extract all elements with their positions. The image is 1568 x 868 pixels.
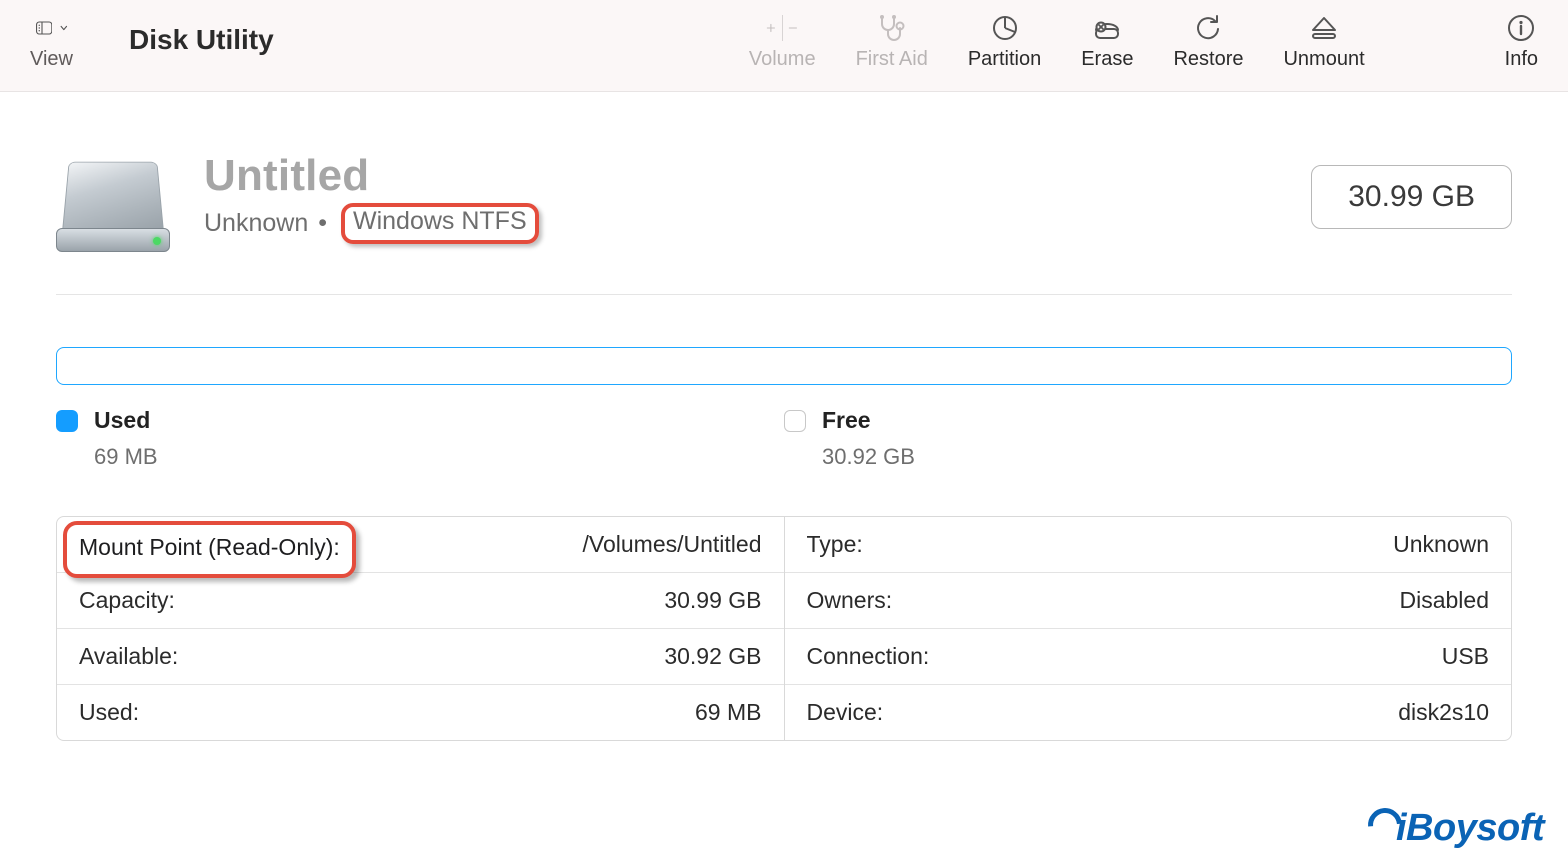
firstaid-button: First Aid: [856, 14, 928, 71]
info-row: Capacity: 30.99 GB: [57, 572, 784, 628]
used-info-value: 69 MB: [695, 699, 761, 726]
device-value: disk2s10: [1398, 699, 1489, 726]
legend-used: Used: [56, 407, 784, 434]
swatch-free: [784, 410, 806, 432]
volume-button: Volume: [749, 14, 816, 71]
stethoscope-icon: [876, 14, 908, 42]
info-table: Mount Point (Read-Only): Mount Point (Re…: [56, 516, 1512, 741]
legend-free: Free: [784, 407, 1512, 434]
plus-icon: [766, 17, 776, 39]
info-row: Type: Unknown: [785, 517, 1512, 572]
volume-name: Untitled: [204, 151, 539, 201]
info-row: Connection: USB: [785, 628, 1512, 684]
capacity-key: Capacity:: [79, 587, 175, 614]
free-value: 30.92 GB: [822, 444, 1512, 470]
swatch-used: [56, 410, 78, 432]
divider: [56, 294, 1512, 295]
watermark: iBoysoft: [1368, 807, 1544, 850]
used-label: Used: [94, 407, 150, 434]
volume-subtitle: Unknown • Windows NTFS: [204, 203, 539, 244]
eject-icon: [1308, 14, 1340, 42]
info-button[interactable]: Info: [1505, 14, 1538, 71]
info-icon: [1505, 14, 1537, 42]
used-key: Used:: [79, 699, 139, 726]
available-key: Available:: [79, 643, 178, 670]
erase-label: Erase: [1081, 48, 1133, 71]
info-row: Device: disk2s10: [785, 684, 1512, 740]
firstaid-label: First Aid: [856, 48, 928, 71]
erase-icon: [1091, 14, 1123, 42]
usage-bar: [56, 347, 1512, 385]
info-row: Owners: Disabled: [785, 572, 1512, 628]
info-row: Used: 69 MB: [57, 684, 784, 740]
info-col-right: Type: Unknown Owners: Disabled Connectio…: [784, 517, 1512, 740]
disk-icon: [56, 142, 170, 252]
content: Untitled Unknown • Windows NTFS 30.99 GB…: [0, 92, 1568, 741]
erase-button[interactable]: Erase: [1081, 14, 1133, 71]
sidebar-icon: [36, 14, 68, 42]
view-button[interactable]: View: [30, 14, 73, 71]
unmount-label: Unmount: [1283, 48, 1364, 71]
used-value: 69 MB: [94, 444, 784, 470]
mount-point-value: /Volumes/Untitled: [583, 531, 762, 558]
device-key: Device:: [807, 699, 884, 726]
pie-icon: [989, 14, 1021, 42]
toolbar: View Disk Utility Volume First Aid Parti…: [0, 0, 1568, 92]
volume-plus-minus-icon: [766, 14, 798, 42]
volume-header: Untitled Unknown • Windows NTFS 30.99 GB: [56, 142, 1512, 252]
dot-separator: •: [318, 209, 327, 238]
owners-value: Disabled: [1400, 587, 1490, 614]
info-row: Available: 30.92 GB: [57, 628, 784, 684]
restore-label: Restore: [1173, 48, 1243, 71]
volume-type: Unknown: [204, 209, 308, 238]
connection-value: USB: [1442, 643, 1489, 670]
owners-key: Owners:: [807, 587, 893, 614]
filesystem-highlight: Windows NTFS: [341, 203, 539, 244]
usage-legend: Used 69 MB Free 30.92 GB: [56, 407, 1512, 470]
app-title: Disk Utility: [129, 14, 274, 56]
restore-icon: [1192, 14, 1224, 42]
size-chip: 30.99 GB: [1311, 165, 1512, 229]
type-value: Unknown: [1393, 531, 1489, 558]
partition-label: Partition: [968, 48, 1041, 71]
free-label: Free: [822, 407, 871, 434]
toolbar-right: Volume First Aid Partition Erase Restore: [749, 14, 1538, 71]
info-label: Info: [1505, 48, 1538, 71]
mount-point-highlight: Mount Point (Read-Only):: [63, 521, 356, 578]
view-label: View: [30, 48, 73, 71]
volume-label: Volume: [749, 48, 816, 71]
capacity-value: 30.99 GB: [664, 587, 761, 614]
partition-button[interactable]: Partition: [968, 14, 1041, 71]
chevron-down-icon: [60, 23, 68, 33]
type-key: Type:: [807, 531, 863, 558]
minus-icon: [788, 17, 798, 39]
toolbar-left: View Disk Utility: [30, 14, 274, 71]
available-value: 30.92 GB: [664, 643, 761, 670]
restore-button[interactable]: Restore: [1173, 14, 1243, 71]
unmount-button[interactable]: Unmount: [1283, 14, 1364, 71]
connection-key: Connection:: [807, 643, 930, 670]
